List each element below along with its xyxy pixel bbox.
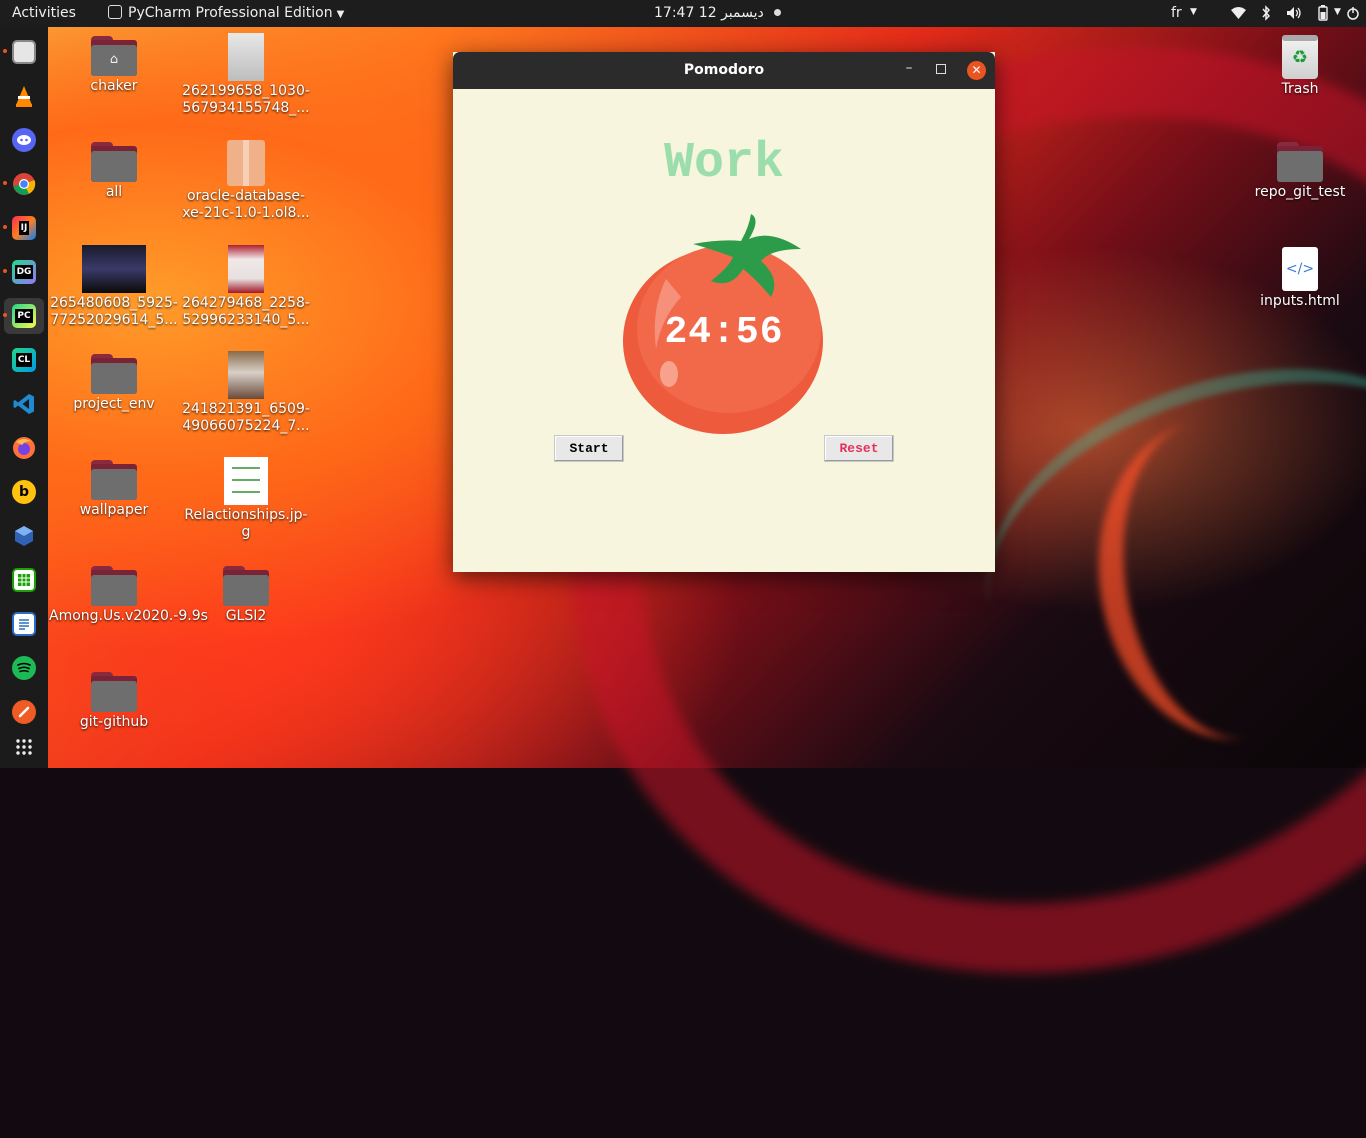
desktop-file-oracle-rpm[interactable]: oracle-database-xe-21c-1.0-1.ol8... xyxy=(181,140,311,222)
desktop-icon-label: wallpaper xyxy=(79,502,149,518)
dock: IJ DG PC CL b xyxy=(0,27,48,768)
notification-dot-icon xyxy=(774,9,781,16)
folder-icon xyxy=(91,672,137,712)
desktop-file-image-2[interactable]: 265480608_5925-77252029614_5... xyxy=(49,245,179,329)
desktop-icon-label: 265480608_5925-77252029614_5... xyxy=(50,295,178,328)
desktop-folder-all[interactable]: all xyxy=(49,142,179,201)
chrome-icon[interactable] xyxy=(12,172,36,196)
pomodoro-canvas: Work 24:56 Start Reset xyxy=(453,89,995,572)
desktop-file-inputs-html[interactable]: </> inputs.html xyxy=(1235,247,1365,310)
app-menu[interactable]: PyCharm Professional Edition ▼ xyxy=(108,5,344,21)
folder-icon xyxy=(1277,142,1323,182)
desktop-icon-label: oracle-database-xe-21c-1.0-1.ol8... xyxy=(182,188,310,221)
desktop-icon-label: Relactionships.jp-g xyxy=(184,507,308,540)
datagrip-icon[interactable]: DG xyxy=(12,260,36,284)
running-indicator-icon xyxy=(3,49,7,53)
desktop-icon-label: GLSI2 xyxy=(225,608,267,624)
desktop-icon-label: project_env xyxy=(73,396,155,412)
vlc-icon[interactable] xyxy=(12,84,36,108)
bluetooth-icon[interactable] xyxy=(1261,5,1271,21)
desktop-icon-label: 264279468_2258-52996233140_5... xyxy=(182,295,310,328)
desktop-folder-chaker[interactable]: ⌂ chaker xyxy=(49,36,179,95)
wifi-icon[interactable] xyxy=(1230,6,1247,20)
clion-icon[interactable]: CL xyxy=(12,348,36,372)
desktop-icon-label: 262199658_1030-567934155748_... xyxy=(182,83,310,116)
image-thumbnail-icon xyxy=(228,33,264,81)
volume-icon[interactable] xyxy=(1286,6,1302,20)
desktop-icon-label: git-github xyxy=(79,714,149,730)
chevron-down-icon: ▼ xyxy=(1190,7,1197,17)
running-indicator-icon xyxy=(3,225,7,229)
desktop-folder-glsi2[interactable]: GLSI2 xyxy=(181,566,311,625)
image-thumbnail-icon xyxy=(228,351,264,399)
power-icon[interactable] xyxy=(1346,6,1360,20)
desktop-icon-label: repo_git_test xyxy=(1254,184,1346,200)
package-icon xyxy=(227,140,265,186)
desktop-icon-label: Among.Us.v2020.-9.9s xyxy=(49,608,208,624)
desktop-folder-among-us[interactable]: Among.Us.v2020.-9.9s xyxy=(49,566,208,625)
minimize-icon[interactable]: – xyxy=(902,60,916,76)
desktop-icon-label: all xyxy=(105,184,123,200)
spotify-icon[interactable] xyxy=(12,656,36,680)
desktop-folder-project-env[interactable]: project_env xyxy=(49,354,179,413)
clock[interactable]: 17:47 12 ديسمبر xyxy=(654,5,764,21)
libreoffice-writer-icon[interactable] xyxy=(12,612,36,636)
activities-button[interactable]: Activities xyxy=(12,5,76,21)
system-menu-chevron-icon[interactable]: ▼ xyxy=(1334,7,1341,17)
desktop-icon-label: inputs.html xyxy=(1260,293,1340,309)
desktop-icon-label: chaker xyxy=(90,78,138,94)
running-indicator-icon xyxy=(3,269,7,273)
folder-icon xyxy=(91,354,137,394)
folder-icon xyxy=(91,460,137,500)
desktop-folder-git-github[interactable]: git-github xyxy=(49,672,179,731)
image-thumbnail-icon xyxy=(228,245,264,293)
firefox-icon[interactable] xyxy=(12,436,36,460)
postman-icon[interactable] xyxy=(12,700,36,724)
maximize-icon[interactable] xyxy=(936,64,946,74)
chevron-down-icon: ▼ xyxy=(336,9,345,20)
reset-button[interactable]: Reset xyxy=(824,435,894,462)
image-thumbnail-icon xyxy=(82,245,146,293)
desktop-trash[interactable]: ♻ Trash xyxy=(1235,35,1365,98)
bitwarden-icon[interactable]: b xyxy=(12,480,36,504)
image-thumbnail-icon xyxy=(224,457,268,505)
desktop-icon-label: 241821391_6509-49066075224_7... xyxy=(182,401,310,434)
desktop-file-image-3[interactable]: 264279468_2258-52996233140_5... xyxy=(181,245,311,329)
discord-icon[interactable] xyxy=(12,128,36,152)
close-icon[interactable]: ✕ xyxy=(967,61,986,80)
vscode-icon[interactable] xyxy=(12,392,36,416)
running-indicator-icon xyxy=(3,313,7,317)
files-icon[interactable] xyxy=(12,40,36,64)
desktop-file-image-4[interactable]: 241821391_6509-49066075224_7... xyxy=(181,351,311,435)
intellij-icon[interactable]: IJ xyxy=(12,216,36,240)
folder-icon xyxy=(91,142,137,182)
show-applications-icon[interactable] xyxy=(12,735,36,759)
desktop-file-relationships[interactable]: Relactionships.jp-g xyxy=(181,457,311,541)
input-language-indicator[interactable]: fr xyxy=(1171,5,1182,21)
pycharm-app-icon xyxy=(108,5,122,19)
desktop-icon-label: Trash xyxy=(1281,81,1319,97)
folder-icon xyxy=(91,566,137,606)
app-menu-label: PyCharm Professional Edition xyxy=(128,5,333,21)
folder-icon xyxy=(223,566,269,606)
desktop-folder-wallpaper[interactable]: wallpaper xyxy=(49,460,179,519)
running-indicator-icon xyxy=(3,181,7,185)
top-bar: Activities PyCharm Professional Edition ▼… xyxy=(0,0,1366,27)
battery-icon[interactable] xyxy=(1315,5,1331,21)
window-titlebar[interactable]: Pomodoro – ✕ xyxy=(453,52,995,89)
timer-display: 24:56 xyxy=(664,311,784,354)
pomodoro-window: Pomodoro – ✕ Work 24:56 Start Reset xyxy=(453,52,995,572)
desktop-file-image-1[interactable]: 262199658_1030-567934155748_... xyxy=(181,33,311,117)
html-file-icon: </> xyxy=(1282,247,1318,291)
virtualbox-icon[interactable] xyxy=(12,524,36,548)
mode-label: Work xyxy=(663,135,785,192)
start-button[interactable]: Start xyxy=(554,435,624,462)
trash-icon: ♻ xyxy=(1282,35,1318,79)
libreoffice-calc-icon[interactable] xyxy=(12,568,36,592)
desktop-folder-repo-git-test[interactable]: repo_git_test xyxy=(1235,142,1365,201)
home-folder-icon: ⌂ xyxy=(91,36,137,76)
pycharm-icon[interactable]: PC xyxy=(12,304,36,328)
